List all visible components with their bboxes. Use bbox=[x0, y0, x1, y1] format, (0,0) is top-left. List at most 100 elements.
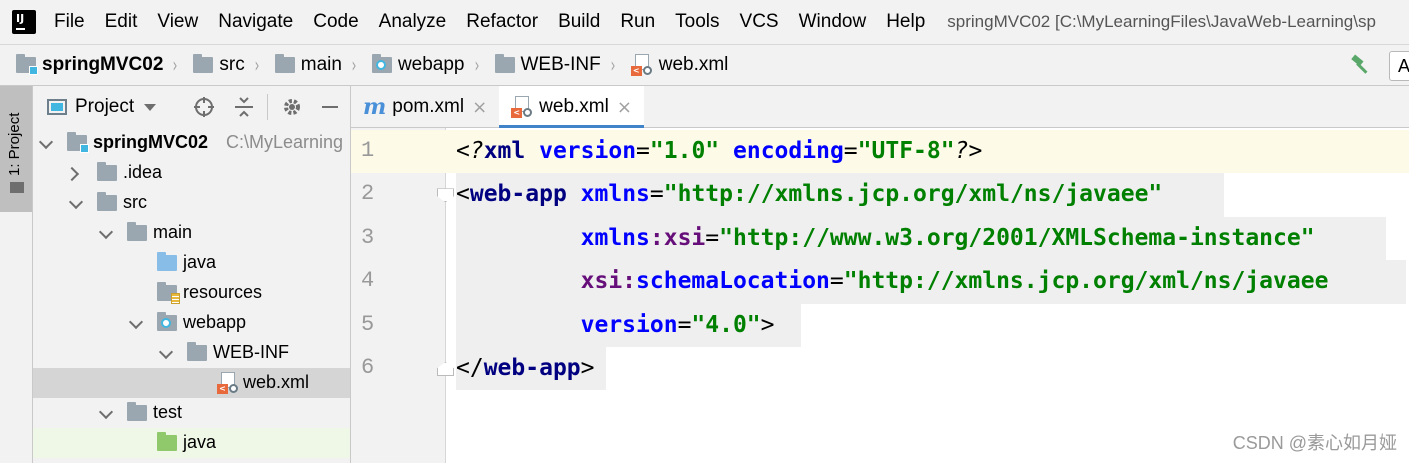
window-title: springMVC02 [C:\MyLearningFiles\JavaWeb-… bbox=[947, 12, 1376, 31]
collapse-all-icon[interactable] bbox=[233, 96, 255, 118]
close-icon[interactable]: × bbox=[472, 97, 487, 118]
code-token: "http://www.w3.org/2001/XMLSchema-instan… bbox=[719, 224, 1315, 251]
code-line[interactable]: <web-app xmlns="http://xmlns.jcp.org/xml… bbox=[456, 173, 1162, 216]
breadcrumb-web-xml[interactable]: < web.xml bbox=[617, 54, 728, 76]
tree-item-web-inf[interactable]: WEB-INF bbox=[33, 338, 350, 368]
code-token: > bbox=[580, 355, 595, 381]
tree-item-label: java bbox=[183, 432, 217, 452]
close-icon[interactable]: × bbox=[617, 97, 632, 118]
menu-run[interactable]: Run bbox=[620, 11, 655, 33]
breadcrumb-src[interactable]: src › bbox=[179, 53, 260, 77]
menu-navigate[interactable]: Navigate bbox=[218, 11, 293, 33]
code-line[interactable]: version="4.0"> bbox=[456, 304, 775, 347]
menu-analyze[interactable]: Analyze bbox=[379, 11, 447, 33]
project-tab-label: 1: Project bbox=[6, 112, 23, 176]
tab-web-xml[interactable]: < web.xml × bbox=[499, 86, 644, 129]
menu-refactor[interactable]: Refactor bbox=[466, 11, 538, 33]
run-configuration-dropdown[interactable]: A bbox=[1389, 51, 1409, 81]
menu-vcs[interactable]: VCS bbox=[740, 11, 779, 33]
code-token: = bbox=[829, 268, 844, 295]
code-token: ?> bbox=[954, 138, 983, 164]
breadcrumb-main[interactable]: main › bbox=[261, 53, 358, 77]
menu-tools[interactable]: Tools bbox=[675, 11, 719, 33]
menu-build[interactable]: Build bbox=[558, 11, 600, 33]
menu-view[interactable]: View bbox=[157, 11, 198, 33]
tree-item-java-test[interactable]: java bbox=[33, 428, 350, 458]
breadcrumb-springmvc02[interactable]: springMVC02 › bbox=[0, 53, 179, 77]
chevron-down-icon[interactable] bbox=[101, 406, 111, 416]
project-tool-window-tab[interactable]: 1: Project bbox=[0, 86, 32, 212]
tree-item-springmvc02[interactable]: springMVC02 C:\MyLearning bbox=[33, 128, 350, 158]
line-number: 4 bbox=[361, 268, 375, 294]
code-token: < bbox=[456, 181, 470, 208]
code-line[interactable]: xmlns:xsi="http://www.w3.org/2001/XMLSch… bbox=[456, 217, 1315, 260]
tree-item-label: test bbox=[153, 402, 183, 422]
locate-target-icon[interactable] bbox=[193, 96, 215, 118]
code-token: xsi bbox=[663, 224, 706, 251]
breadcrumb-web-inf[interactable]: WEB-INF › bbox=[481, 53, 617, 77]
line-number: 2 bbox=[361, 181, 375, 207]
code-line[interactable]: xsi:schemaLocation="http://xmlns.jcp.org… bbox=[456, 260, 1329, 303]
tab-pom-xml[interactable]: m pom.xml × bbox=[351, 86, 499, 128]
menu-edit[interactable]: Edit bbox=[105, 11, 138, 33]
chevron-down-icon[interactable] bbox=[144, 103, 157, 111]
folder-icon bbox=[193, 54, 214, 73]
code-token: : bbox=[622, 268, 637, 295]
code-token: "4.0" bbox=[691, 311, 761, 338]
chevron-right-icon: › bbox=[610, 53, 616, 77]
xml-file-icon: < bbox=[217, 372, 239, 394]
code-token: "http://xmlns.jcp.org/xml/ns/javaee bbox=[843, 268, 1329, 295]
code-token: = bbox=[677, 311, 692, 338]
code-token: xmlns bbox=[580, 181, 650, 208]
breadcrumb-label: src bbox=[219, 54, 245, 75]
code-token: version bbox=[580, 311, 678, 338]
tree-item-idea[interactable]: .idea bbox=[33, 158, 350, 188]
menu-code[interactable]: Code bbox=[313, 11, 358, 33]
menu-window[interactable]: Window bbox=[799, 11, 867, 33]
menu-file[interactable]: File bbox=[54, 11, 85, 33]
code-token: = bbox=[705, 224, 720, 251]
toolbar-divider bbox=[267, 94, 268, 120]
project-view-selector[interactable]: Project bbox=[75, 96, 134, 118]
chevron-right-icon[interactable] bbox=[67, 168, 77, 178]
code-line[interactable]: </web-app> bbox=[456, 347, 595, 390]
chevron-down-icon[interactable] bbox=[131, 316, 141, 326]
chevron-down-icon[interactable] bbox=[41, 136, 51, 146]
project-view-icon bbox=[47, 99, 67, 115]
breadcrumb-label: springMVC02 bbox=[42, 54, 164, 75]
breadcrumb-webapp[interactable]: webapp › bbox=[358, 53, 481, 77]
build-hammer-icon[interactable] bbox=[1349, 54, 1371, 76]
editor-tab-bar: m pom.xml × < web.xml × bbox=[351, 86, 1409, 129]
chevron-down-icon[interactable] bbox=[101, 226, 111, 236]
tree-item-label: WEB-INF bbox=[213, 342, 289, 362]
chevron-right-icon: › bbox=[351, 53, 357, 77]
tree-item-label: java bbox=[183, 252, 217, 272]
project-panel: Project springMVC02 C:\MyLearning .idea … bbox=[33, 86, 351, 463]
menu-help[interactable]: Help bbox=[886, 11, 925, 33]
chevron-down-icon[interactable] bbox=[71, 196, 81, 206]
line-number: 3 bbox=[361, 224, 375, 250]
breadcrumb-label: WEB-INF bbox=[520, 54, 601, 75]
minimize-icon[interactable] bbox=[319, 96, 341, 118]
tree-item-label: web.xml bbox=[243, 372, 310, 392]
tree-item-resources[interactable]: resources bbox=[33, 278, 350, 308]
tree-item-main[interactable]: main bbox=[33, 218, 350, 248]
tree-item-src[interactable]: src bbox=[33, 188, 350, 218]
folder-icon bbox=[97, 192, 117, 211]
chevron-down-icon[interactable] bbox=[161, 346, 171, 356]
tab-label: web.xml bbox=[539, 96, 609, 117]
test-folder-icon bbox=[157, 432, 177, 451]
tree-item-web-xml[interactable]: < web.xml bbox=[33, 368, 350, 398]
code-line[interactable]: <?xml version="1.0" encoding="UTF-8"?> bbox=[456, 130, 982, 173]
line-number: 5 bbox=[361, 311, 375, 337]
tree-item-test[interactable]: test bbox=[33, 398, 350, 428]
folder-icon bbox=[127, 222, 147, 241]
tree-item-webapp[interactable]: webapp bbox=[33, 308, 350, 338]
editor-gutter bbox=[351, 128, 446, 463]
gear-icon[interactable] bbox=[281, 96, 303, 118]
tree-item-java-main[interactable]: java bbox=[33, 248, 350, 278]
code-token: web-app bbox=[483, 355, 581, 381]
